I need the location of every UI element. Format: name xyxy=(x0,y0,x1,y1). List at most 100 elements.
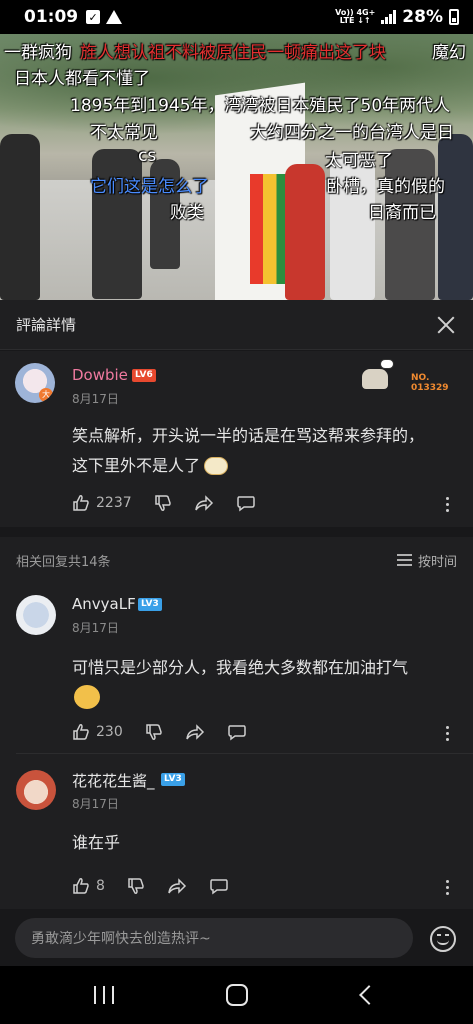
status-bar: 01:09 ✓ Vo)) 4G+ LTE ↓↑ 28% xyxy=(0,0,473,34)
system-nav-bar xyxy=(0,966,473,1024)
dislike-button[interactable] xyxy=(154,494,172,512)
like-button[interactable]: 2237 xyxy=(72,494,132,512)
more-options-icon[interactable] xyxy=(446,497,450,515)
sort-label: 按时间 xyxy=(417,554,457,570)
like-button[interactable]: 8 xyxy=(72,877,105,895)
level-badge: LV3 xyxy=(161,773,185,786)
chat-bubble-icon xyxy=(227,725,246,741)
dislike-button[interactable] xyxy=(127,877,145,895)
level-badge: LV3 xyxy=(138,598,162,611)
check-notification-icon: ✓ xyxy=(86,10,101,24)
reply-button[interactable] xyxy=(209,877,229,895)
more-options-icon[interactable] xyxy=(446,726,450,744)
danmaku-comment: 旌人想认祖不料被原住民一顿痛出这了块 xyxy=(80,43,386,63)
thumbs-up-icon xyxy=(73,878,89,894)
reply-text: 可惜只是少部分人，我看绝大多数都在加油打气 xyxy=(72,658,409,677)
reply-text: 谁在乎 xyxy=(72,833,121,852)
reply-list-header: 相关回复共14条 按时间 xyxy=(0,537,473,583)
video-player[interactable]: 一群疯狗 旌人想认祖不料被原住民一顿痛出这了块 魔幻 日本人都看不懂了 1895… xyxy=(0,34,473,300)
comment-detail-header: 評論詳情 xyxy=(0,300,473,350)
danmaku-comment: 一群疯狗 xyxy=(4,43,72,63)
comment-actions: 2237 xyxy=(72,494,278,512)
thumbs-down-icon xyxy=(128,878,144,894)
reply-button[interactable] xyxy=(236,494,256,512)
sort-icon xyxy=(396,551,412,569)
danmaku-comment: 大约四分之一的台湾人是日 xyxy=(250,123,454,143)
danmaku-comment: cs xyxy=(138,146,157,166)
close-icon[interactable] xyxy=(435,314,457,336)
comment-input-bar: 勇敢滴少年啊快去创造热评~ xyxy=(0,910,473,966)
danmaku-comment: 日裔而已 xyxy=(368,203,436,223)
comment-input[interactable]: 勇敢滴少年啊快去创造热评~ xyxy=(15,918,413,958)
network-direction-label: LTE ↓↑ xyxy=(339,16,371,25)
more-options-icon[interactable] xyxy=(446,880,450,898)
video-flag-emblem xyxy=(250,174,290,284)
comment-text-line: 笑点解析，开头说一半的话是在骂这帮来参拜的， xyxy=(72,426,425,445)
danmaku-comment: 1895年到1945年，湾湾被日本殖民了50年两代人 xyxy=(70,96,451,116)
share-button[interactable] xyxy=(167,877,187,895)
chat-bubble-icon xyxy=(236,496,255,512)
dislike-button[interactable] xyxy=(145,723,163,741)
comment-date: 8月17日 xyxy=(72,392,119,406)
reply-username[interactable]: 花花花生酱_ xyxy=(72,770,155,791)
recent-apps-icon[interactable] xyxy=(94,986,114,1004)
danmaku-comment: 卧槽，真的假的 xyxy=(326,177,445,197)
thumbs-down-icon xyxy=(154,495,171,511)
level-badge: LV6 xyxy=(132,369,156,382)
like-button[interactable]: 230 xyxy=(72,723,123,741)
fan-badge-number: NO. 013329 xyxy=(411,373,449,393)
signal-icon xyxy=(381,10,397,24)
warning-notification-icon xyxy=(106,10,123,24)
emoji-icon xyxy=(74,685,100,709)
danmaku-comment: 太可恶了 xyxy=(325,151,393,171)
danmaku-comment: 不太常见 xyxy=(90,123,158,143)
reply-actions: 230 xyxy=(72,723,269,741)
comment-username[interactable]: Dowbie xyxy=(72,366,128,384)
reply-actions: 8 xyxy=(72,877,251,895)
like-count: 2237 xyxy=(96,495,132,511)
sort-button[interactable]: 按时间 xyxy=(396,551,457,570)
fan-badge-prefix: NO. xyxy=(411,373,430,383)
avatar[interactable] xyxy=(16,595,56,635)
avatar[interactable] xyxy=(16,770,56,810)
list-item: AnvyaLF LV3 8月17日 可惜只是少部分人，我看绝大多数都在加油打气 … xyxy=(0,583,473,753)
share-icon xyxy=(168,878,186,894)
emoji-picker-icon[interactable] xyxy=(430,926,456,952)
reply-count: 相关回复共14条 xyxy=(16,554,111,570)
home-icon[interactable] xyxy=(226,984,248,1006)
avatar-badge-icon: 大 xyxy=(39,388,53,402)
thumbs-up-icon xyxy=(73,495,89,511)
share-button[interactable] xyxy=(194,494,214,512)
share-button[interactable] xyxy=(185,723,205,741)
main-comment: 大 Dowbie LV6 8月17日 NO. 013329 笑点解析，开头说一半… xyxy=(0,351,473,527)
reply-username[interactable]: AnvyaLF xyxy=(72,595,136,613)
reply-button[interactable] xyxy=(227,723,247,741)
thumbs-down-icon xyxy=(145,724,162,740)
share-icon xyxy=(185,724,204,740)
fan-badge-value: 013329 xyxy=(411,383,449,393)
list-item: 花花花生酱_ LV3 8月17日 谁在乎 8 xyxy=(0,754,473,904)
reply-date: 8月17日 xyxy=(72,621,119,635)
like-count: 8 xyxy=(96,878,105,894)
share-icon xyxy=(194,495,213,511)
danmaku-comment: 它们这是怎么了 xyxy=(90,177,209,197)
avatar[interactable]: 大 xyxy=(15,363,55,403)
battery-icon xyxy=(449,9,459,25)
back-icon[interactable] xyxy=(359,985,379,1005)
comment-text-line-wrap: 这下里外不是人了 xyxy=(72,451,424,481)
status-time: 01:09 xyxy=(24,7,79,27)
danmaku-comment: 败类 xyxy=(170,203,204,223)
comment-text-line: 这下里外不是人了 xyxy=(72,456,201,475)
battery-percent: 28% xyxy=(402,7,443,27)
danmaku-comment: 日本人都看不懂了 xyxy=(14,69,150,89)
network-indicator: Vo)) 4G+ LTE ↓↑ xyxy=(335,9,375,25)
video-figure xyxy=(285,164,325,300)
comment-text: 笑点解析，开头说一半的话是在骂这帮来参拜的， 这下里外不是人了 xyxy=(72,421,424,481)
chat-bubble-icon xyxy=(210,879,228,895)
panel-title: 評論詳情 xyxy=(16,316,77,334)
reply-date: 8月17日 xyxy=(72,797,119,811)
emoji-icon xyxy=(204,457,229,475)
reply-list: 相关回复共14条 按时间 AnvyaLF LV3 8月17日 可惜只是少部分人，… xyxy=(0,537,473,909)
video-figure xyxy=(438,134,473,300)
like-count: 230 xyxy=(96,724,123,740)
